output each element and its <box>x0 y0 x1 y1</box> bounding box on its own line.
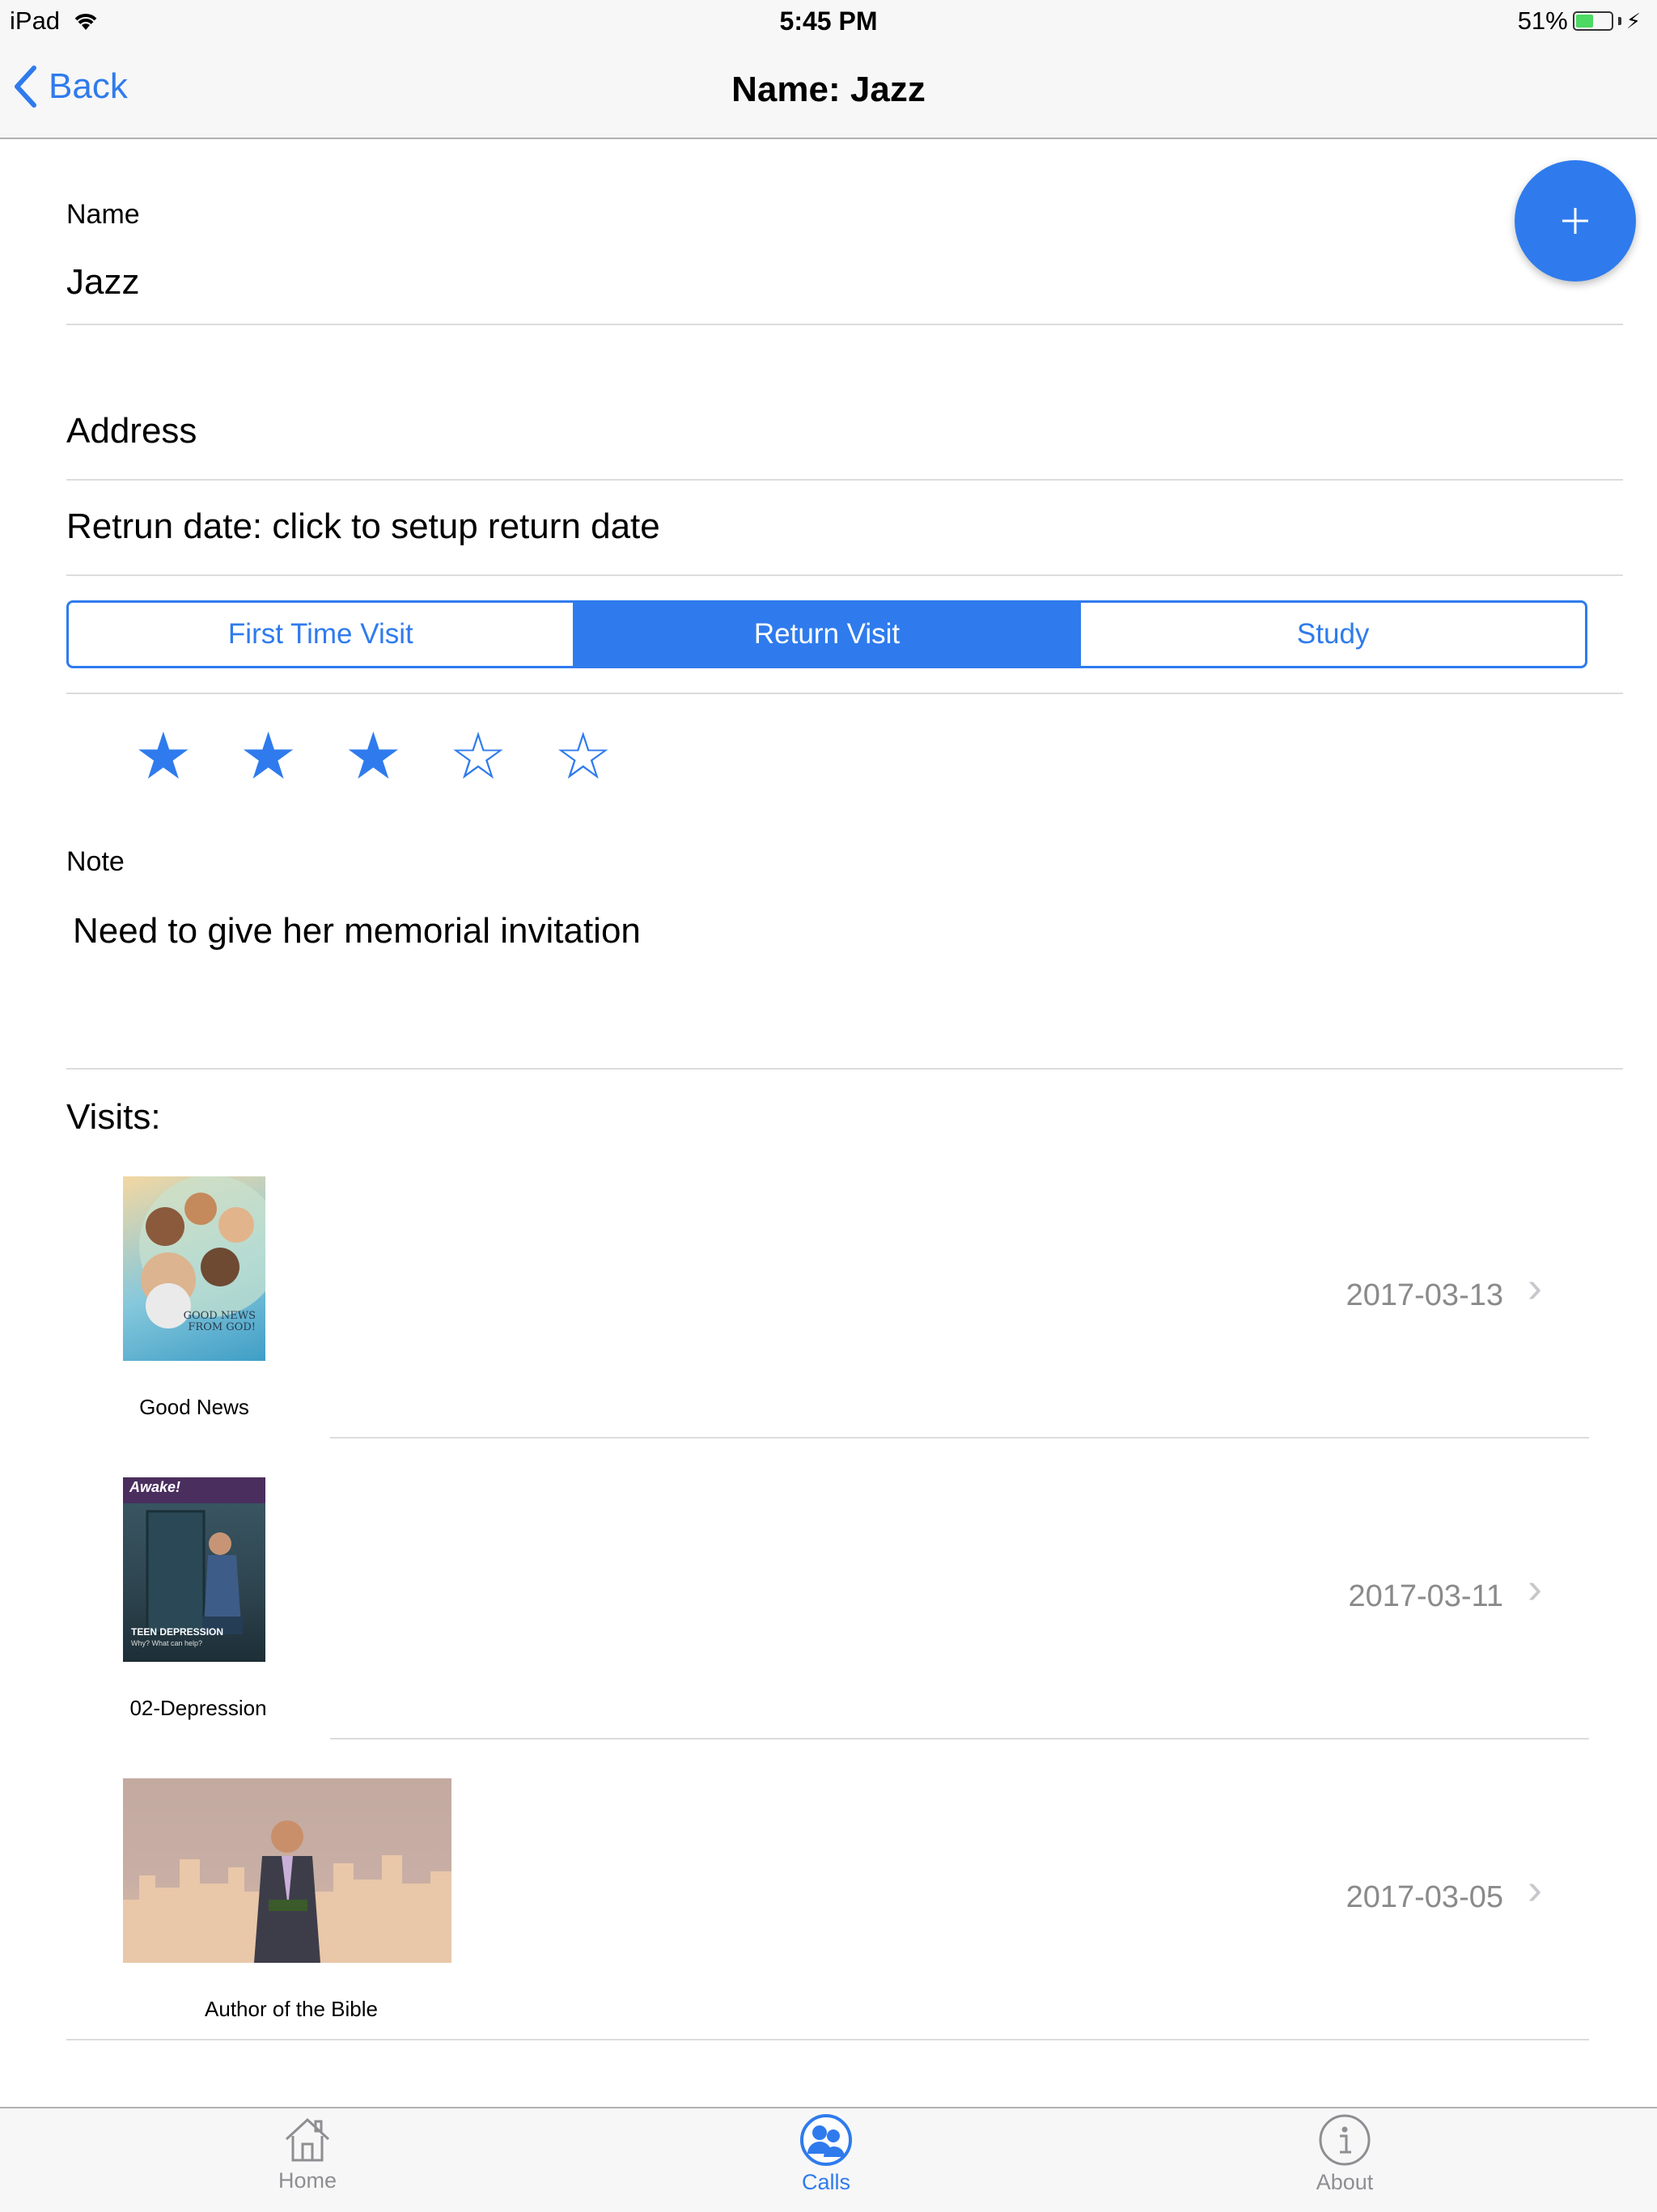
chevron-right-icon: › <box>1528 1865 1542 1913</box>
status-time: 5:45 PM <box>779 6 878 36</box>
star-3[interactable]: ★ <box>344 724 402 789</box>
battery-icon <box>1572 11 1613 31</box>
tab-about[interactable]: About <box>1248 2113 1442 2195</box>
battery-tip <box>1617 17 1621 25</box>
divider <box>66 574 1623 576</box>
cover-title: TEEN DEPRESSION <box>131 1626 224 1638</box>
info-icon <box>1319 2114 1371 2166</box>
star-4[interactable]: ☆ <box>449 724 507 789</box>
chevron-right-icon: › <box>1528 1263 1542 1312</box>
tab-calls[interactable]: Calls <box>729 2113 923 2195</box>
divider <box>66 479 1623 481</box>
cover-title: GOOD NEWS FROM GOD! <box>183 1310 256 1333</box>
visit-row[interactable]: GOOD NEWS FROM GOD! Good News 2017-03-13… <box>0 1165 1657 1440</box>
visit-row[interactable]: Awake! TEEN DEPRESSION Why? What can hel… <box>0 1466 1657 1741</box>
note-text-area[interactable]: Need to give her memorial invitation <box>73 911 641 951</box>
cover-subtitle: Why? What can help? <box>131 1639 203 1647</box>
name-field[interactable]: Jazz <box>66 262 139 303</box>
visit-date: 2017-03-11 <box>1348 1579 1503 1613</box>
cover-art-icon <box>146 1510 243 1634</box>
star-5[interactable]: ☆ <box>554 724 612 789</box>
visit-date: 2017-03-05 <box>1346 1880 1503 1914</box>
address-field[interactable]: Address <box>66 411 197 451</box>
tab-home[interactable]: Home <box>210 2113 405 2193</box>
return-date-field[interactable]: Retrun date: click to setup return date <box>66 506 660 547</box>
video-thumbnail <box>123 1778 451 1963</box>
segment-return-visit[interactable]: Return Visit <box>574 603 1082 666</box>
calls-icon <box>800 2114 852 2166</box>
tab-home-label: Home <box>278 2168 337 2193</box>
divider <box>330 1437 1589 1439</box>
visit-type-segmented-control: First Time Visit Return Visit Study <box>66 600 1587 668</box>
segment-first-time-visit[interactable]: First Time Visit <box>69 603 575 666</box>
visit-label: Author of the Bible <box>205 1997 378 2021</box>
visit-date: 2017-03-13 <box>1346 1278 1503 1312</box>
visit-label: 02-Depression <box>129 1696 267 1720</box>
cover-art-icon <box>123 1820 451 1963</box>
visit-label: Good News <box>139 1395 249 1419</box>
rating-stars: ★ ★ ★ ☆ ☆ <box>134 724 612 789</box>
good-news-cover: GOOD NEWS FROM GOD! <box>123 1176 265 1361</box>
divider <box>66 693 1623 694</box>
status-battery: 51% ⚡ <box>1518 6 1641 36</box>
plus-icon <box>1562 208 1588 234</box>
note-label: Note <box>66 846 125 877</box>
divider <box>66 2039 1589 2040</box>
tab-calls-label: Calls <box>801 2170 850 2194</box>
visits-heading: Visits: <box>66 1097 161 1137</box>
charging-icon: ⚡ <box>1625 8 1641 33</box>
cover-brand: Awake! <box>129 1479 181 1495</box>
battery-fill <box>1575 15 1594 28</box>
awake-depression-cover: Awake! TEEN DEPRESSION Why? What can hel… <box>123 1477 265 1662</box>
divider <box>330 1738 1589 1740</box>
page-title: Name: Jazz <box>731 70 926 109</box>
add-visit-button[interactable] <box>1515 160 1636 282</box>
star-1[interactable]: ★ <box>134 724 193 789</box>
battery-percent: 51% <box>1517 6 1568 35</box>
visit-row[interactable]: Author of the Bible 2017-03-05 › <box>0 1767 1657 2042</box>
name-label: Name <box>66 199 140 230</box>
divider <box>66 324 1623 325</box>
segment-study[interactable]: Study <box>1081 603 1585 666</box>
star-2[interactable]: ★ <box>239 724 298 789</box>
home-icon <box>285 2117 330 2162</box>
divider <box>66 1068 1623 1070</box>
tab-about-label: About <box>1316 2170 1374 2194</box>
chevron-right-icon: › <box>1528 1564 1542 1612</box>
